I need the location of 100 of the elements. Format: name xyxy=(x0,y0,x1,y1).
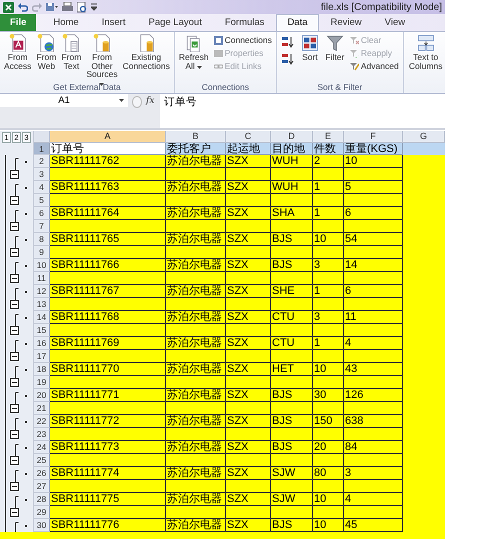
row-header[interactable]: 24 xyxy=(34,441,50,454)
save-as-icon[interactable] xyxy=(46,2,58,12)
row-header[interactable]: 19 xyxy=(34,376,50,389)
ribbon-button[interactable]: From Access xyxy=(2,34,34,70)
row-header[interactable]: 22 xyxy=(34,415,50,428)
row-header[interactable]: 14 xyxy=(34,311,50,324)
collapse-button[interactable] xyxy=(10,300,19,309)
outline-bracket-icon xyxy=(15,418,27,428)
collapse-button[interactable] xyxy=(10,326,19,335)
ribbon-button[interactable]: Text to Columns xyxy=(406,34,445,70)
table-cell xyxy=(226,506,271,519)
row-header[interactable]: 17 xyxy=(34,350,50,363)
table-cell: 4 xyxy=(344,493,403,506)
row-header[interactable]: 21 xyxy=(34,402,50,415)
row-header[interactable]: 2 xyxy=(34,155,50,168)
header-cell: 委托客户 xyxy=(166,143,226,155)
collapse-button[interactable] xyxy=(10,352,19,361)
row-header[interactable]: 27 xyxy=(34,480,50,493)
column-header[interactable]: A xyxy=(50,131,166,143)
row-header[interactable]: 28 xyxy=(34,493,50,506)
ribbon-tab[interactable]: Page Layout xyxy=(137,14,213,31)
table-cell: 5 xyxy=(344,181,403,194)
row-header[interactable]: 13 xyxy=(34,298,50,311)
table-cell xyxy=(271,350,313,363)
collapse-button[interactable] xyxy=(10,248,19,257)
collapse-button[interactable] xyxy=(10,274,19,283)
row-header[interactable]: 12 xyxy=(34,285,50,298)
row-header[interactable]: 6 xyxy=(34,207,50,220)
collapse-button[interactable] xyxy=(10,482,19,491)
undo-icon[interactable] xyxy=(18,2,28,12)
table-cell: SZX xyxy=(226,155,271,168)
table-cell xyxy=(271,324,313,337)
formula-input[interactable]: 订单号 xyxy=(160,94,445,128)
row-header[interactable]: 23 xyxy=(34,428,50,441)
collapse-button[interactable] xyxy=(10,430,19,439)
ribbon-button[interactable]: Advanced xyxy=(348,60,401,72)
collapse-button[interactable] xyxy=(10,196,19,205)
ribbon-tab[interactable]: Formulas xyxy=(214,14,276,31)
formula-bar-handle-icon[interactable] xyxy=(132,96,142,108)
collapse-button[interactable] xyxy=(10,508,19,517)
table-cell: 苏泊尔电器 xyxy=(166,493,226,506)
row-header[interactable]: 5 xyxy=(34,194,50,207)
ribbon-button[interactable]: Connections xyxy=(212,34,274,46)
column-header[interactable]: G xyxy=(403,131,445,143)
row-header[interactable]: 25 xyxy=(34,454,50,467)
name-box[interactable]: A1 xyxy=(0,94,128,107)
collapse-button[interactable] xyxy=(10,222,19,231)
collapse-button[interactable] xyxy=(10,170,19,179)
table-cell: SBR11111765 xyxy=(50,233,166,246)
collapse-button[interactable] xyxy=(10,378,19,387)
row-header[interactable]: 26 xyxy=(34,467,50,480)
collapse-button[interactable] xyxy=(10,404,19,413)
customize-menu-icon[interactable] xyxy=(91,2,97,12)
ribbon-tab[interactable]: View xyxy=(374,14,416,31)
excel-logo-icon[interactable] xyxy=(3,2,14,12)
row-header[interactable]: 7 xyxy=(34,220,50,233)
collapse-button[interactable] xyxy=(10,456,19,465)
row-header[interactable]: 10 xyxy=(34,259,50,272)
insert-function-button[interactable]: fx xyxy=(146,96,154,106)
row-header[interactable]: 16 xyxy=(34,337,50,350)
row-header[interactable]: 9 xyxy=(34,246,50,259)
column-header[interactable]: B xyxy=(166,131,226,143)
row-header[interactable]: 18 xyxy=(34,363,50,376)
row-header[interactable]: 11 xyxy=(34,272,50,285)
access-icon xyxy=(8,34,27,52)
row-header[interactable]: 29 xyxy=(34,506,50,519)
outline-bracket-icon xyxy=(15,522,27,532)
ribbon-tab[interactable]: Insert xyxy=(90,14,136,31)
table-cell xyxy=(271,376,313,389)
row-header[interactable]: 3 xyxy=(34,168,50,181)
row-header[interactable]: 1 xyxy=(34,143,50,155)
minus-icon xyxy=(12,486,17,487)
file-tab[interactable]: File xyxy=(0,14,36,31)
print-preview-icon[interactable] xyxy=(77,2,87,12)
ribbon-tab[interactable]: Data xyxy=(276,14,319,31)
table-cell xyxy=(313,272,344,285)
ribbon-button[interactable]: Sort xyxy=(298,34,322,62)
row-header[interactable]: 4 xyxy=(34,181,50,194)
table-cell xyxy=(226,480,271,493)
table-cell: 1 xyxy=(313,337,344,350)
ribbon-button[interactable]: Filter xyxy=(322,34,347,62)
ribbon-tab[interactable]: Home xyxy=(42,14,90,31)
row-header[interactable]: 20 xyxy=(34,389,50,402)
column-header[interactable]: C xyxy=(226,131,271,143)
ribbon-button[interactable]: Refresh All xyxy=(176,34,211,70)
row-header[interactable]: 15 xyxy=(34,324,50,337)
printer-icon[interactable] xyxy=(62,2,73,12)
ribbon-button[interactable]: Existing Connections xyxy=(120,34,172,70)
minus-icon xyxy=(12,330,17,331)
table-cell: SJW xyxy=(271,493,313,506)
column-header[interactable]: E xyxy=(313,131,344,143)
row-header[interactable]: 8 xyxy=(34,233,50,246)
table-cell: 54 xyxy=(344,233,403,246)
column-header[interactable]: D xyxy=(271,131,313,143)
ribbon-button[interactable]: From Text xyxy=(59,34,84,70)
column-header[interactable]: F xyxy=(344,131,403,143)
table-cell: 2 xyxy=(313,155,344,168)
row-header[interactable]: 30 xyxy=(34,519,50,532)
ribbon-tab[interactable]: Review xyxy=(320,14,373,31)
ribbon-button[interactable]: From Web xyxy=(34,34,58,70)
